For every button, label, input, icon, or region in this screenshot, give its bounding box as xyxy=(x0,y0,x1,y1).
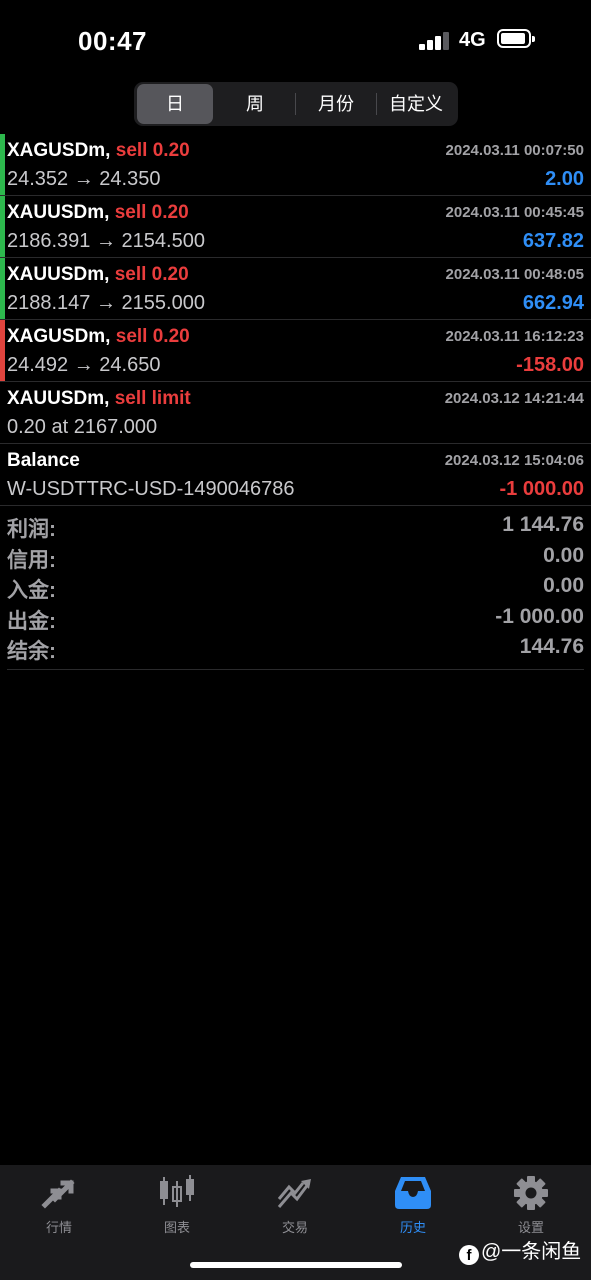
tab-trade[interactable]: 交易 xyxy=(236,1173,354,1243)
summary-divider xyxy=(7,669,584,670)
deal-row[interactable]: XAGUSDm, sell 0.20 2024.03.11 00:07:50 2… xyxy=(0,134,591,196)
summary-row-balance: 结余: 144.76 xyxy=(7,632,584,663)
deal-marker xyxy=(0,134,5,195)
history-list: XAGUSDm, sell 0.20 2024.03.11 00:07:50 2… xyxy=(0,134,591,506)
summary-value: 144.76 xyxy=(519,635,584,658)
network-type: 4G xyxy=(459,29,486,51)
summary-label: 结余: xyxy=(7,640,56,663)
battery-icon xyxy=(497,29,535,48)
deal-symbol: XAUUSDm, xyxy=(7,202,110,223)
deal-action: sell 0.20 xyxy=(115,326,190,347)
deal-symbol-line: XAUUSDm, sell 0.20 xyxy=(7,264,189,286)
tab-label: 交易 xyxy=(281,1220,308,1235)
deal-symbol-line: XAUUSDm, sell limit xyxy=(7,388,191,410)
deal-datetime: 2024.03.11 00:48:05 xyxy=(445,266,584,283)
deal-profit: 637.82 xyxy=(522,230,584,252)
gear-icon xyxy=(514,1176,548,1210)
deal-profit: 662.94 xyxy=(522,292,584,314)
deal-datetime: 2024.03.12 14:21:44 xyxy=(444,390,584,407)
tab-label: 行情 xyxy=(45,1220,72,1235)
deal-datetime: 2024.03.12 15:04:06 xyxy=(444,452,584,469)
deal-symbol-line: XAUUSDm, sell 0.20 xyxy=(7,202,189,224)
deal-symbol: XAUUSDm, xyxy=(7,388,110,409)
period-tab-month[interactable]: 月份 xyxy=(296,84,376,124)
period-tab-custom[interactable]: 自定义 xyxy=(377,84,455,124)
deal-prices: 0.20 at 2167.000 xyxy=(7,416,158,438)
deal-datetime: 2024.03.11 00:45:45 xyxy=(445,204,584,221)
summary-label: 利润: xyxy=(7,518,56,541)
deal-comment: W-USDTTRC-USD-1490046786 xyxy=(7,478,295,500)
deal-marker xyxy=(0,320,5,381)
account-summary: 利润: 1 144.76 信用: 0.00 入金: 0.00 出金: -1 00… xyxy=(7,510,584,663)
facebook-icon: f xyxy=(459,1245,479,1265)
summary-row-credit: 信用: 0.00 xyxy=(7,541,584,572)
tab-settings[interactable]: 设置 xyxy=(472,1173,590,1243)
tab-label: 历史 xyxy=(399,1220,426,1235)
deal-action: sell 0.20 xyxy=(114,264,189,285)
watermark-text: @一条闲鱼 xyxy=(481,1241,582,1263)
deal-row[interactable]: XAUUSDm, sell 0.20 2024.03.11 00:48:05 2… xyxy=(0,258,591,320)
trade-icon xyxy=(277,1179,311,1208)
deal-symbol: XAGUSDm, xyxy=(7,140,111,161)
deal-profit: -1 000.00 xyxy=(499,478,584,500)
deal-symbol-line: Balance xyxy=(7,450,80,472)
candlestick-chart-icon xyxy=(160,1175,194,1207)
tab-label: 图表 xyxy=(163,1220,190,1235)
status-bar: 00:47 4G xyxy=(0,0,591,80)
tab-charts[interactable]: 图表 xyxy=(118,1173,236,1243)
summary-value: 0.00 xyxy=(543,574,584,597)
deal-action: sell limit xyxy=(114,388,191,409)
home-indicator[interactable] xyxy=(190,1262,402,1268)
deal-profit: 2.00 xyxy=(545,168,584,190)
summary-row-withdrawal: 出金: -1 000.00 xyxy=(7,602,584,633)
order-row[interactable]: XAUUSDm, sell limit 2024.03.12 14:21:44 … xyxy=(0,382,591,444)
deal-row[interactable]: XAGUSDm, sell 0.20 2024.03.11 16:12:23 2… xyxy=(0,320,591,382)
status-time: 00:47 xyxy=(78,26,147,56)
deal-prices: 2186.391 → 2154.500 xyxy=(7,230,205,252)
period-segmented-control: 日 周 月份 自定义 xyxy=(134,82,458,126)
summary-value: 1 144.76 xyxy=(502,513,584,536)
deal-symbol-line: XAGUSDm, sell 0.20 xyxy=(7,326,190,348)
deal-symbol: XAUUSDm, xyxy=(7,264,110,285)
balance-row[interactable]: Balance 2024.03.12 15:04:06 W-USDTTRC-US… xyxy=(0,444,591,506)
tab-label: 设置 xyxy=(517,1220,544,1235)
deal-prices: 2188.147 → 2155.000 xyxy=(7,292,205,314)
deal-marker xyxy=(0,196,5,257)
period-tab-week[interactable]: 周 xyxy=(216,84,294,124)
watermark: f @一条闲鱼 xyxy=(459,1235,581,1265)
tab-history[interactable]: 历史 xyxy=(354,1173,472,1243)
deal-action: sell 0.20 xyxy=(114,202,189,223)
summary-value: -1 000.00 xyxy=(495,604,584,628)
quotes-icon xyxy=(41,1179,75,1209)
summary-row-deposit: 入金: 0.00 xyxy=(7,571,584,602)
deal-marker xyxy=(0,258,5,319)
deal-prices: 24.352 → 24.350 xyxy=(7,168,161,190)
deal-profit: -158.00 xyxy=(516,354,584,376)
cellular-signal-icon xyxy=(419,32,451,50)
period-tab-day[interactable]: 日 xyxy=(137,84,213,124)
deal-datetime: 2024.03.11 16:12:23 xyxy=(445,328,584,345)
deal-action: sell 0.20 xyxy=(115,140,190,161)
summary-label: 信用: xyxy=(7,548,56,572)
summary-value: 0.00 xyxy=(543,543,584,567)
deal-symbol-line: XAGUSDm, sell 0.20 xyxy=(7,140,190,162)
summary-label: 入金: xyxy=(7,579,56,602)
deal-prices: 24.492 → 24.650 xyxy=(7,354,161,376)
summary-row-profit: 利润: 1 144.76 xyxy=(7,510,584,541)
tab-quotes[interactable]: 行情 xyxy=(0,1173,118,1243)
deal-symbol: XAGUSDm, xyxy=(7,326,111,347)
summary-label: 出金: xyxy=(7,609,56,633)
history-inbox-icon xyxy=(395,1177,431,1209)
deal-symbol: Balance xyxy=(7,450,80,471)
deal-row[interactable]: XAUUSDm, sell 0.20 2024.03.11 00:45:45 2… xyxy=(0,196,591,258)
deal-datetime: 2024.03.11 00:07:50 xyxy=(445,142,584,159)
